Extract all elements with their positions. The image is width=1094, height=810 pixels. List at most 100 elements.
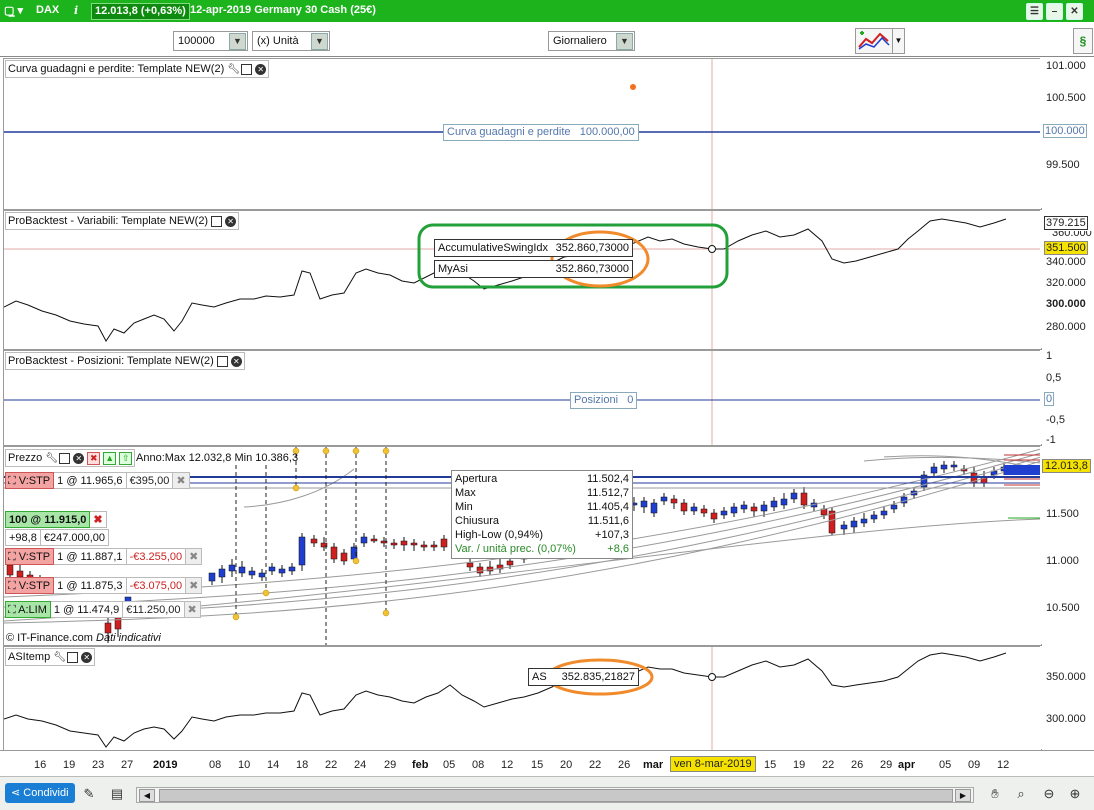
positions-line-label-name: Posizioni <box>574 394 619 406</box>
time-tick: 27 <box>121 759 134 771</box>
settings-icon[interactable]: § <box>1073 28 1093 54</box>
position-levels-right <box>1004 454 1041 519</box>
close-position-icon[interactable]: ✖ <box>90 511 107 528</box>
scrollbar-thumb[interactable] <box>159 789 953 802</box>
candle-body <box>660 496 668 502</box>
equity-line-label-name: Curva guadagni e perdite <box>447 126 571 138</box>
maximize-icon[interactable] <box>59 452 71 464</box>
title-bar: ▢̲ ▾ DAX i 12.013,8 (+0,63%) 12-apr-2019… <box>0 0 1094 22</box>
position-row[interactable]: 100 @ 11.915,0 ✖ <box>5 511 107 528</box>
data-row-value: 11.511,6 <box>587 515 629 527</box>
current-price: 12.013,8 (+0,63%) <box>91 3 190 20</box>
info-icon[interactable]: i <box>74 4 78 17</box>
myasi-name: MyAsi <box>438 263 468 275</box>
list-icon[interactable]: ▤ <box>108 785 126 803</box>
time-tick: 12 <box>501 759 514 771</box>
draw-tools-icon[interactable]: ✎ <box>80 785 98 803</box>
variables-axis-top: 379.215 <box>1044 216 1088 230</box>
asitemp-panel[interactable]: ASItemp 🔧︎ ✕ AS 352.835,21827 <box>3 646 1042 751</box>
order-pnl: -€3.255,00 <box>126 548 187 565</box>
candle-body <box>760 504 768 512</box>
share-button[interactable]: ⋖ Condividi <box>5 783 75 803</box>
accumulative-swing-value: 352.860,73000 <box>555 242 629 254</box>
order-row[interactable]: ⛶ V:STP 1 @ 11.875,3 -€3.075,00 ✖ <box>5 577 203 594</box>
order-type-text: V:STP <box>18 551 51 563</box>
data-row-label: Apertura <box>455 473 498 485</box>
menu-icon[interactable]: ☰ <box>1026 3 1043 20</box>
hand-pan-icon[interactable]: ✋︎ <box>986 785 1004 803</box>
price-axis: 12.013,8 11.500 11.000 10.500 <box>1040 446 1094 644</box>
myasi-label: MyAsi 352.860,73000 <box>434 260 633 278</box>
candle-body <box>640 500 648 508</box>
candle-body <box>298 536 306 566</box>
instrument-name[interactable]: DAX <box>36 4 59 16</box>
time-axis[interactable]: 16 19 23 27 2019 08 10 14 18 22 24 29 fe… <box>0 750 1094 775</box>
candle-body <box>740 504 748 510</box>
candle-body <box>310 538 318 544</box>
candle-body <box>340 552 348 562</box>
time-tick-month: apr <box>898 759 916 771</box>
cancel-order-icon[interactable]: ✖ <box>186 577 203 594</box>
time-tick: 15 <box>764 759 777 771</box>
scroll-left-arrow[interactable]: ◀ <box>139 789 155 802</box>
time-tick: 19 <box>63 759 76 771</box>
equity-curve-panel[interactable]: Curva guadagni e perdite: Template NEW(2… <box>3 58 1042 210</box>
timeframe-value: Giornaliero <box>553 35 607 47</box>
data-row-value: 11.405,4 <box>586 501 629 513</box>
horizontal-scrollbar[interactable]: ◀ ▶ <box>136 787 974 803</box>
order-row[interactable]: ⛶ A:LIM 1 @ 11.474,9 €11.250,00 ✖ <box>5 601 201 618</box>
time-tick: 14 <box>267 759 280 771</box>
date-instrument-label: 12-apr-2019 Germany 30 Cash (25€) <box>190 4 376 16</box>
variables-panel[interactable]: ProBacktest - Variabili: Template NEW(2)… <box>3 210 1042 350</box>
close-icon[interactable]: ✕ <box>73 452 85 464</box>
zoom-in-icon[interactable]: ⊕ <box>1066 785 1084 803</box>
zoom-out-icon[interactable]: ⊖ <box>1040 785 1058 803</box>
time-tick: 23 <box>92 759 105 771</box>
candle-body <box>360 536 368 544</box>
minimize-button[interactable]: – <box>1046 3 1063 20</box>
candle-body <box>228 564 236 572</box>
close-button[interactable]: ✕ <box>1066 3 1083 20</box>
bottom-toolbar: ⋖ Condividi ✎ ▤ ◀ ▶ ✋︎ ⌕ ⊖ ⊕ <box>0 776 1094 810</box>
candle-body <box>850 520 858 528</box>
quantity-dropdown-icon[interactable]: ▼ <box>229 33 246 50</box>
quantity-input[interactable]: 100000 ▼ <box>173 31 248 51</box>
window-icon[interactable]: ▢̲ ▾ <box>4 4 23 17</box>
variables-axis-tick: 280.000 <box>1046 321 1086 333</box>
zoom-auto-icon[interactable]: ⌕ <box>1012 785 1030 803</box>
cancel-order-icon[interactable]: ✖ <box>186 548 203 565</box>
buy-up-arrow-icon[interactable]: ⇧ <box>119 451 133 465</box>
unit-select[interactable]: (x) Unità ▼ <box>252 31 330 51</box>
sell-order-icon[interactable]: ✖ <box>87 451 101 465</box>
price-axis-tick: 10.500 <box>1046 602 1080 614</box>
data-row: Var. / unità prec. (0,07%) +8,6 <box>455 543 629 557</box>
candle-body <box>476 566 484 574</box>
candle-body <box>400 540 408 546</box>
candle-body <box>870 514 878 520</box>
candle-body <box>390 542 398 546</box>
variables-axis-hidden: 360.000 <box>1052 231 1092 239</box>
price-panel-title-text: Prezzo <box>8 452 43 464</box>
time-tick: 15 <box>531 759 544 771</box>
indicators-icon[interactable] <box>855 28 893 54</box>
cancel-order-icon[interactable]: ✖ <box>184 601 201 618</box>
time-tick: 16 <box>34 759 47 771</box>
wrench-icon[interactable]: 🔧︎ <box>45 453 58 464</box>
timeframe-select[interactable]: Giornaliero ▼ <box>548 31 635 51</box>
order-row[interactable]: ⛶ V:STP 1 @ 11.965,6 €395,00 ✖ <box>5 472 190 489</box>
indicators-dropdown-icon[interactable]: ▼ <box>892 28 905 54</box>
data-row-value: 11.512,7 <box>586 487 629 499</box>
positions-panel[interactable]: ProBacktest - Posizioni: Template NEW(2)… <box>3 350 1042 446</box>
chevron-down-icon[interactable]: ▼ <box>616 33 633 50</box>
data-row-value: 11.502,4 <box>586 473 629 485</box>
crosshair-date: ven 8-mar-2019 <box>670 756 756 772</box>
chart-toolbar: 100000 ▼ (x) Unità ▼ Giornaliero ▼ ▼ § <box>0 22 1094 57</box>
order-row[interactable]: ⛶ V:STP 1 @ 11.887,1 -€3.255,00 ✖ <box>5 548 203 565</box>
time-tick: 19 <box>793 759 806 771</box>
scroll-right-arrow[interactable]: ▶ <box>955 789 971 802</box>
chevron-down-icon[interactable]: ▼ <box>311 33 328 50</box>
order-pnl: €395,00 <box>126 472 174 489</box>
cancel-order-icon[interactable]: ✖ <box>173 472 190 489</box>
buy-up-icon[interactable]: ▲ <box>103 451 117 465</box>
data-row-label: Chiusura <box>455 515 500 527</box>
